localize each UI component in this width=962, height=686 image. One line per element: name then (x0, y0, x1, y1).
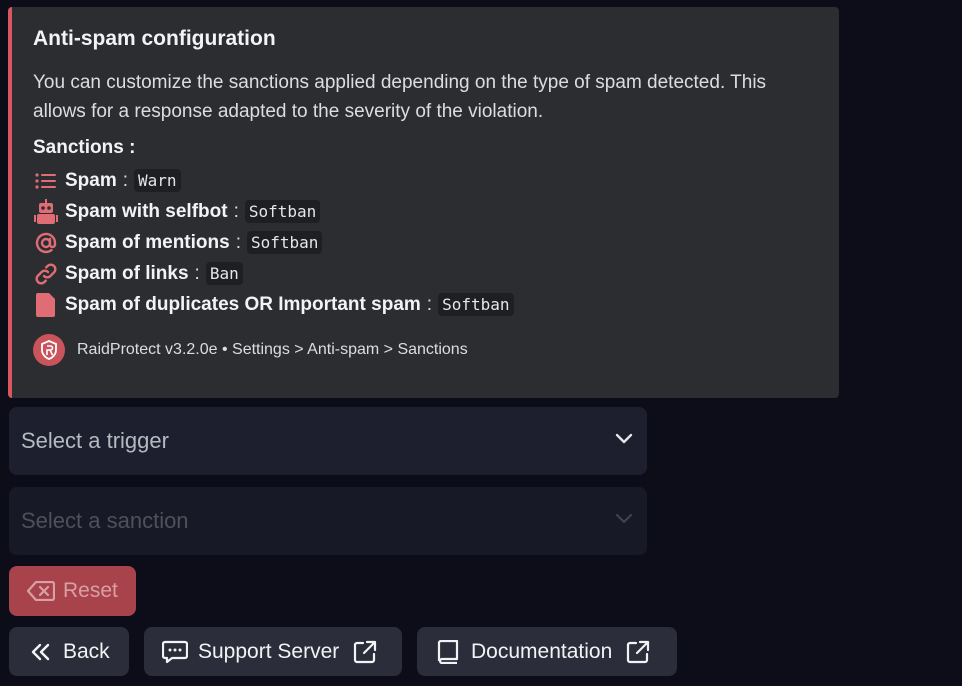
sanction-label: Spam of links (65, 262, 189, 284)
separator: : (235, 231, 241, 253)
at-sign-icon (33, 230, 59, 256)
sanction-select-placeholder: Select a sanction (21, 508, 189, 533)
raidprotect-logo-icon (33, 334, 65, 366)
footer-text: RaidProtect v3.2.0e • Settings > Anti-sp… (77, 341, 468, 358)
sanction-value: Softban (246, 231, 323, 254)
external-link-icon (353, 640, 377, 664)
sanction-select[interactable]: Select a sanction (9, 487, 647, 555)
sanction-row-duplicates: Spam of duplicates OR Important spam : S… (33, 289, 823, 320)
sanctions-list: Spam : Warn Spam with selfbot : Softban … (33, 165, 823, 320)
separator: : (194, 262, 200, 284)
double-chevron-left-icon (31, 642, 51, 662)
sanction-value: Warn (134, 169, 181, 192)
sanction-row-mentions: Spam of mentions : Softban (33, 227, 823, 258)
embed-description: You can customize the sanctions applied … (33, 72, 767, 122)
documentation-button[interactable]: Documentation (417, 627, 677, 676)
sanction-label: Spam of duplicates OR Important spam (65, 293, 421, 315)
sanction-label: Spam of mentions (65, 231, 230, 253)
trigger-select-placeholder: Select a trigger (21, 428, 169, 453)
external-link-icon (626, 640, 650, 664)
support-server-label: Support Server (198, 639, 340, 663)
trigger-select[interactable]: Select a trigger (9, 407, 647, 475)
separator: : (122, 169, 129, 191)
reset-button[interactable]: Reset (9, 566, 136, 616)
file-icon (33, 292, 59, 318)
sanction-row-selfbot: Spam with selfbot : Softban (33, 196, 823, 227)
sanctions-heading: Sanctions : (33, 137, 136, 158)
separator: : (233, 200, 239, 222)
anti-spam-embed: Anti-spam configuration You can customiz… (8, 7, 839, 398)
embed-footer: RaidProtect v3.2.0e • Settings > Anti-sp… (33, 334, 823, 366)
embed-title: Anti-spam configuration (33, 27, 276, 50)
book-icon (437, 639, 459, 664)
sanction-row-spam: Spam : Warn (33, 165, 823, 196)
sanction-label: Spam (65, 169, 117, 191)
sanction-row-links: Spam of links : Ban (33, 258, 823, 289)
back-button[interactable]: Back (9, 627, 129, 676)
documentation-label: Documentation (471, 639, 613, 663)
back-label: Back (63, 639, 110, 663)
reset-label: Reset (63, 579, 118, 602)
sanction-value: Softban (244, 200, 321, 223)
sanction-value: Ban (205, 262, 243, 285)
separator: : (426, 293, 433, 315)
sanction-value: Softban (438, 293, 514, 316)
backspace-icon (27, 581, 55, 601)
link-icon (33, 261, 59, 287)
list-icon (33, 168, 59, 194)
chevron-down-icon (613, 427, 635, 455)
chevron-down-icon (613, 507, 635, 535)
chat-bubble-icon (162, 640, 188, 664)
robot-icon (33, 198, 59, 225)
support-server-button[interactable]: Support Server (144, 627, 402, 676)
sanction-label: Spam with selfbot (65, 200, 228, 222)
